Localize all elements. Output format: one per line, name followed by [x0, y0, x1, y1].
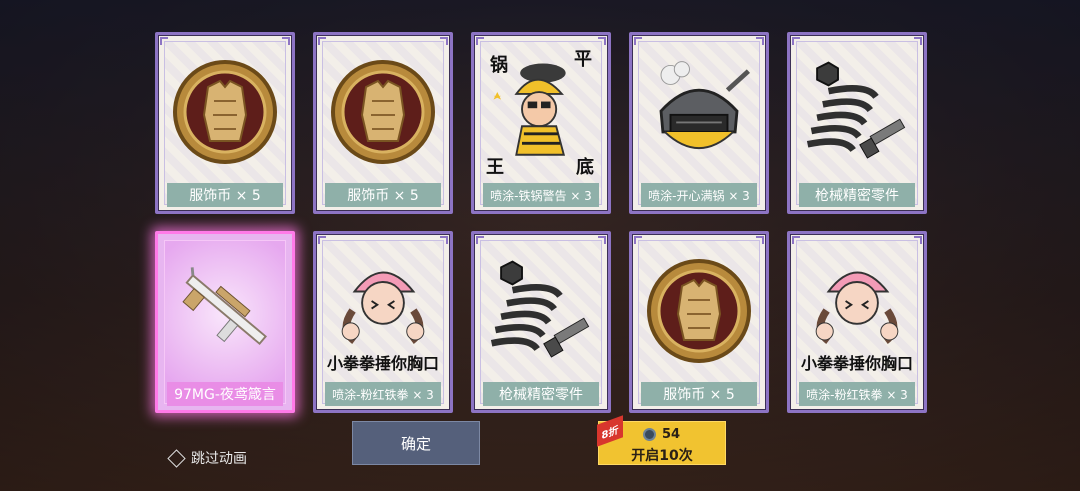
confirm-button[interactable]: 确定 [352, 421, 480, 465]
reward-card-10[interactable]: 小拳拳捶你胸口 喷涂-粉红铁拳 × 3 [787, 231, 927, 413]
spring-bolt-icon [484, 248, 598, 374]
cost-display: 54 [643, 427, 680, 442]
card-label: 喷涂-开心满锅 × 3 [641, 183, 757, 207]
art-text: 锅 [490, 55, 508, 76]
armor-coin-icon [642, 248, 756, 374]
reward-card-5[interactable]: 枪械精密零件 [787, 32, 927, 214]
card-label: 97MG-夜鸢箴言 [167, 382, 283, 406]
diamond-checkbox-icon[interactable] [167, 448, 186, 468]
open-10-label: 开启10次 [631, 448, 693, 464]
open-10-button[interactable]: 8折 54 开启10次 [597, 415, 726, 465]
skip-animation-label: 跳过动画 [191, 451, 247, 467]
reward-card-1[interactable]: 服饰币 × 5 [155, 32, 295, 214]
card-label: 服饰币 × 5 [325, 183, 441, 207]
reward-card-9[interactable]: 服饰币 × 5 [629, 231, 769, 413]
skip-animation-toggle[interactable]: 跳过动画 [167, 448, 247, 468]
cost-value: 54 [662, 427, 681, 442]
reward-card-7[interactable]: 小拳拳捶你胸口 喷涂-粉红铁拳 × 3 [313, 231, 453, 413]
card-label: 服饰币 × 5 [641, 382, 757, 406]
rifle-skin-icon [168, 248, 282, 374]
art-text: 小拳拳捶你胸口 [326, 354, 439, 373]
art-text: 平 [574, 49, 592, 70]
art-text: 小拳拳捶你胸口 [800, 354, 913, 373]
reward-card-3[interactable]: 锅 平 王 底 喷涂-铁锅警告 × 3 [471, 32, 611, 214]
reward-card-8[interactable]: 枪械精密零件 [471, 231, 611, 413]
card-label: 喷涂-粉红铁拳 × 3 [325, 382, 441, 406]
art-text: 王 [486, 157, 504, 178]
card-label: 枪械精密零件 [799, 183, 915, 207]
card-label: 枪械精密零件 [483, 382, 599, 406]
armor-coin-icon [326, 49, 440, 175]
art-text: 底 [576, 157, 594, 178]
currency-coin-icon [643, 428, 656, 441]
spray-happy-pan-icon [642, 49, 756, 175]
reward-card-2[interactable]: 服饰币 × 5 [313, 32, 453, 214]
reward-card-6[interactable]: 97MG-夜鸢箴言 [155, 231, 295, 413]
spring-bolt-icon [800, 49, 914, 175]
card-label: 服饰币 × 5 [167, 183, 283, 207]
card-label: 喷涂-铁锅警告 × 3 [483, 183, 599, 207]
confirm-label: 确定 [400, 434, 431, 453]
card-label: 喷涂-粉红铁拳 × 3 [799, 382, 915, 406]
reward-card-4[interactable]: 喷涂-开心满锅 × 3 [629, 32, 769, 214]
armor-coin-icon [168, 49, 282, 175]
